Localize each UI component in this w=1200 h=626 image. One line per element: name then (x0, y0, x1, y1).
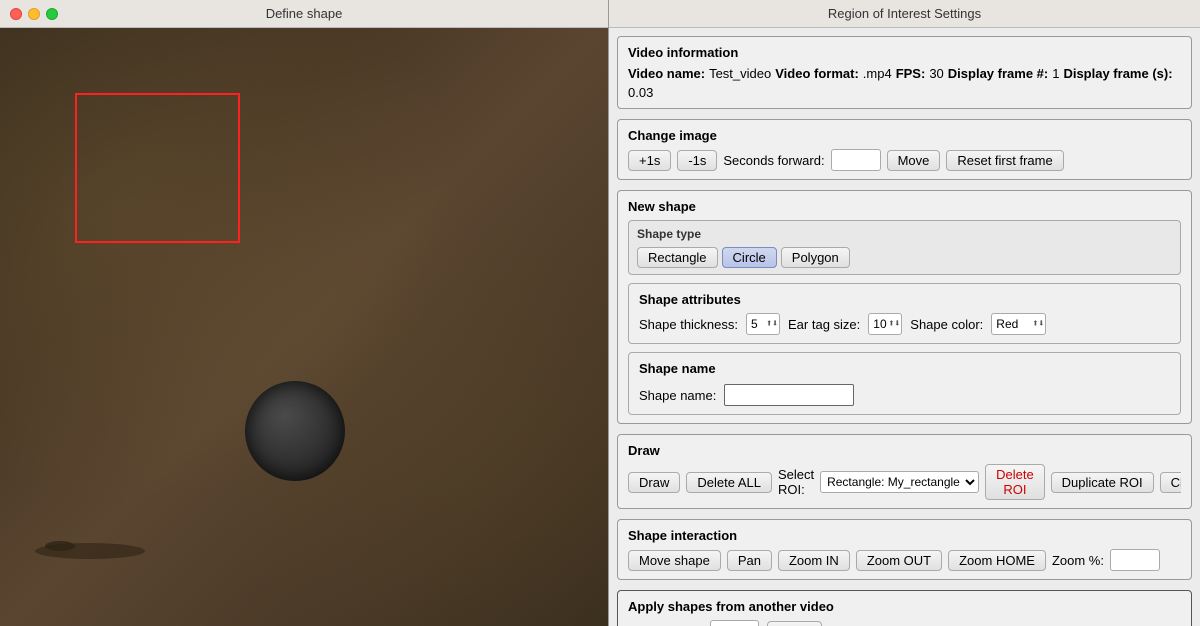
select-roi-label: Select ROI: (778, 467, 814, 497)
apply-shapes-section: Apply shapes from another video Select v… (617, 590, 1192, 626)
delete-all-button[interactable]: Delete ALL (686, 472, 772, 493)
shape-interaction-label: Shape interaction (628, 528, 737, 543)
shape-type-label: Shape type (637, 227, 1172, 241)
delete-roi-button[interactable]: Delete ROI (985, 464, 1045, 500)
zoom-out-button[interactable]: Zoom OUT (856, 550, 942, 571)
color-label: Shape color: (910, 317, 983, 332)
change-r-button[interactable]: Change R (1160, 472, 1181, 493)
shape-name-section-label: Shape name (639, 361, 716, 376)
right-title-bar: Region of Interest Settings (609, 0, 1200, 28)
minus1s-button[interactable]: -1s (677, 150, 717, 171)
right-window-title: Region of Interest Settings (828, 6, 981, 21)
thickness-label: Shape thickness: (639, 317, 738, 332)
fps-value: 30 (929, 66, 943, 81)
color-stepper-wrapper: Red GreenBlueYellow WhiteBlack (991, 313, 1046, 335)
draw-row: Draw Delete ALL Select ROI: Rectangle: M… (628, 464, 1181, 500)
left-panel: Define shape (0, 0, 608, 626)
shape-name-box: Shape name Shape name: (628, 352, 1181, 415)
rectangle-shape-button[interactable]: Rectangle (637, 247, 718, 268)
seconds-forward-input[interactable] (831, 149, 881, 171)
right-panel: Region of Interest Settings Video inform… (608, 0, 1200, 626)
left-window-title: Define shape (266, 6, 343, 21)
shape-name-row: Shape name: (639, 384, 1170, 406)
shape-name-input[interactable] (724, 384, 854, 406)
frame-s-value: 0.03 (628, 85, 653, 100)
shape-interaction-header: Shape interaction (628, 528, 1181, 543)
seconds-forward-label: Seconds forward: (723, 153, 824, 168)
move-button[interactable]: Move (887, 150, 941, 171)
change-image-header: Change image (628, 128, 1181, 143)
video-format-label: Video format: (775, 66, 859, 81)
draw-label: Draw (628, 443, 660, 458)
reset-first-frame-button[interactable]: Reset first frame (946, 150, 1063, 171)
duplicate-roi-button[interactable]: Duplicate ROI (1051, 472, 1154, 493)
new-shape-header: New shape (628, 199, 1181, 214)
roi-rectangle[interactable] (75, 93, 240, 243)
left-title-bar: Define shape (0, 0, 608, 28)
shape-type-buttons: Rectangle Circle Polygon (637, 247, 1172, 268)
apply-button[interactable]: Apply (767, 621, 822, 626)
traffic-lights (10, 8, 58, 20)
move-shape-button[interactable]: Move shape (628, 550, 721, 571)
change-image-row: +1s -1s Seconds forward: Move Reset firs… (628, 149, 1181, 171)
draw-button[interactable]: Draw (628, 472, 680, 493)
plus1s-button[interactable]: +1s (628, 150, 671, 171)
select-roi-dropdown[interactable]: Rectangle: My_rectangle (820, 471, 979, 493)
dark-object (245, 381, 345, 481)
frame-num-value: 1 (1052, 66, 1059, 81)
video-format-value: .mp4 (863, 66, 892, 81)
right-content: Video information Video name: Test_video… (609, 28, 1200, 626)
frame-s-label: Display frame (s): (1063, 66, 1172, 81)
video-background (0, 28, 608, 626)
minimize-button[interactable] (28, 8, 40, 20)
circle-shape-button[interactable]: Circle (722, 247, 777, 268)
apply-row: Select video: None Apply (628, 620, 1181, 626)
interaction-row: Move shape Pan Zoom IN Zoom OUT Zoom HOM… (628, 549, 1181, 571)
zoom-in-button[interactable]: Zoom IN (778, 550, 850, 571)
bird-shape (30, 526, 150, 566)
zoom-pct-label: Zoom %: (1052, 553, 1104, 568)
zoom-pct-input[interactable] (1110, 549, 1160, 571)
zoom-home-button[interactable]: Zoom HOME (948, 550, 1046, 571)
shape-attributes-box: Shape attributes Shape thickness: 5 1234… (628, 283, 1181, 344)
shape-type-group: Shape type Rectangle Circle Polygon (628, 220, 1181, 275)
new-shape-label: New shape (628, 199, 696, 214)
shape-attributes-row: Shape thickness: 5 1234 678910 Ear tag s… (639, 313, 1170, 335)
shape-attributes-header: Shape attributes (639, 292, 1170, 307)
thickness-stepper-wrapper: 5 1234 678910 (746, 313, 780, 335)
video-name-value: Test_video (709, 66, 771, 81)
new-shape-section: New shape Shape type Rectangle Circle Po… (617, 190, 1192, 424)
video-info-header: Video information (628, 45, 1181, 60)
polygon-shape-button[interactable]: Polygon (781, 247, 850, 268)
change-image-section: Change image +1s -1s Seconds forward: Mo… (617, 119, 1192, 180)
maximize-button[interactable] (46, 8, 58, 20)
video-info-section: Video information Video name: Test_video… (617, 36, 1192, 109)
thickness-select[interactable]: 5 1234 678910 (746, 313, 780, 335)
ear-tag-stepper-wrapper: 10 56789 1112131415 (868, 313, 902, 335)
shape-attributes-label: Shape attributes (639, 292, 741, 307)
ear-tag-select[interactable]: 10 56789 1112131415 (868, 313, 902, 335)
fps-label: FPS: (896, 66, 926, 81)
shape-name-header: Shape name (639, 361, 1170, 376)
video-info-row: Video name: Test_video Video format: .mp… (628, 66, 1181, 100)
select-video-wrapper: None (710, 620, 759, 626)
draw-section: Draw Draw Delete ALL Select ROI: Rectang… (617, 434, 1192, 509)
close-button[interactable] (10, 8, 22, 20)
video-area (0, 28, 608, 626)
pan-button[interactable]: Pan (727, 550, 772, 571)
shape-name-label: Shape name: (639, 388, 716, 403)
ear-tag-label: Ear tag size: (788, 317, 860, 332)
frame-num-label: Display frame #: (948, 66, 1048, 81)
apply-shapes-header: Apply shapes from another video (628, 599, 1181, 614)
draw-header: Draw (628, 443, 1181, 458)
color-select[interactable]: Red GreenBlueYellow WhiteBlack (991, 313, 1046, 335)
video-info-label: Video information (628, 45, 738, 60)
video-name-label: Video name: (628, 66, 705, 81)
change-image-label: Change image (628, 128, 717, 143)
shape-interaction-section: Shape interaction Move shape Pan Zoom IN… (617, 519, 1192, 580)
select-video-dropdown[interactable]: None (710, 620, 759, 626)
apply-shapes-label: Apply shapes from another video (628, 599, 834, 614)
